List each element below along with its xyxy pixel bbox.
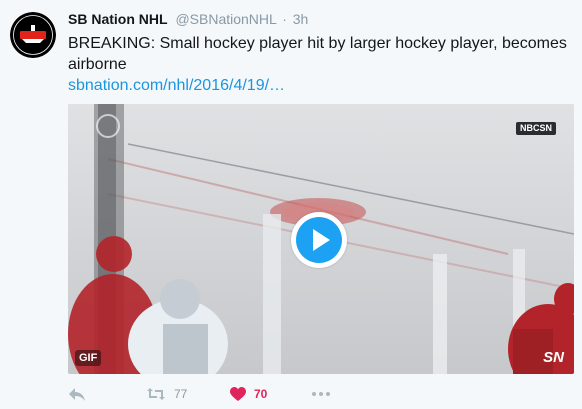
play-icon	[313, 229, 330, 251]
tweet-actions: 77 70	[68, 385, 368, 403]
like-count: 70	[254, 387, 268, 401]
gif-media[interactable]: NBCSN GIF SN	[68, 104, 574, 374]
play-button-circle	[296, 217, 342, 263]
more-icon	[312, 392, 330, 396]
retweet-icon	[147, 388, 165, 400]
gif-badge: GIF	[75, 350, 102, 366]
tweet-text: BREAKING: Small hockey player hit by lar…	[68, 35, 567, 73]
timestamp[interactable]: 3h	[293, 11, 309, 27]
play-button[interactable]	[291, 212, 347, 268]
network-bug: SN	[543, 349, 564, 366]
user-handle[interactable]: @SBNationNHL	[175, 11, 276, 27]
tweet-link[interactable]: sbnation.com/nhl/2016/4/19/…	[68, 75, 285, 96]
broadcaster-badge: NBCSN	[515, 122, 556, 135]
retweet-count: 77	[174, 387, 188, 401]
more-button[interactable]	[312, 385, 330, 403]
reply-button[interactable]	[68, 385, 86, 403]
reply-icon	[69, 388, 85, 401]
display-name[interactable]: SB Nation NHL	[68, 11, 168, 27]
avatar[interactable]	[10, 12, 56, 58]
separator-dot: ·	[282, 11, 287, 27]
heart-icon	[230, 386, 246, 401]
tweet-card: SB Nation NHL @SBNationNHL · 3h BREAKING…	[0, 0, 582, 409]
like-button[interactable]: 70	[230, 385, 267, 403]
retweet-button[interactable]: 77	[146, 385, 187, 403]
tweet-header: SB Nation NHL @SBNationNHL · 3h	[68, 10, 308, 28]
sb-nation-logo-icon	[10, 12, 56, 58]
